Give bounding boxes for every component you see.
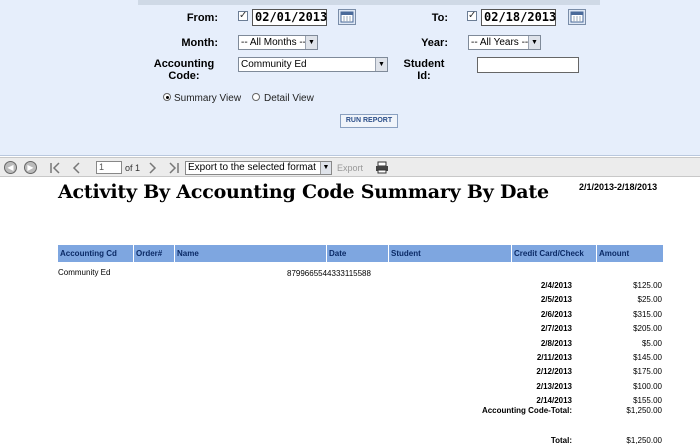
- accounting-code-label-line2: Code:: [168, 70, 200, 82]
- month-label: Month:: [181, 37, 218, 49]
- total-value: $1,250.00: [626, 436, 662, 445]
- from-calendar-button[interactable]: [338, 9, 356, 25]
- export-format-value: Export to the selected format: [188, 162, 316, 173]
- to-checkbox[interactable]: ✓: [467, 11, 477, 21]
- row-date: 2/5/2013: [540, 295, 572, 304]
- row-date: 2/11/2013: [536, 353, 572, 362]
- chevron-down-icon: ▼: [375, 58, 387, 71]
- row-amount: $25.00: [637, 295, 662, 304]
- panel-top-strip: [138, 0, 600, 5]
- report-toolbar: ◀ ▶ 1 of 1 Export to the selected format…: [0, 157, 700, 177]
- card-number: 8799665544333115588: [287, 269, 371, 278]
- student-id-label: Student Id:: [400, 58, 448, 82]
- summary-view-radio[interactable]: [163, 93, 171, 101]
- column-header-order: Order#: [134, 245, 174, 262]
- student-id-label-line1: Student: [403, 58, 445, 70]
- page-number-input[interactable]: 1: [96, 161, 122, 174]
- chevron-down-icon: ▼: [320, 162, 331, 174]
- page-count-label: of 1: [125, 163, 141, 173]
- year-select-value: -- All Years --: [471, 37, 529, 48]
- detail-view-label[interactable]: Detail View: [264, 93, 314, 104]
- accounting-code-select[interactable]: Community Ed ▼: [238, 57, 388, 72]
- total-label: Total:: [550, 436, 572, 445]
- column-header-date: Date: [327, 245, 388, 262]
- export-format-select[interactable]: Export to the selected format ▼: [185, 161, 332, 175]
- row-date: 2/14/2013: [536, 396, 572, 405]
- accounting-code-label-line1: Accounting: [153, 58, 215, 70]
- summary-view-label[interactable]: Summary View: [174, 93, 241, 104]
- report-date-range: 2/1/2013-2/18/2013: [579, 182, 658, 192]
- accounting-code-label: Accounting Code:: [150, 58, 218, 82]
- row-date: 2/8/2013: [540, 339, 572, 348]
- year-select[interactable]: -- All Years -- ▼: [468, 35, 541, 50]
- chevron-down-icon: ▼: [305, 36, 317, 49]
- row-amount: $175.00: [633, 367, 662, 376]
- row-amount: $145.00: [633, 353, 662, 362]
- to-date-input[interactable]: 02/18/2013: [481, 9, 556, 26]
- year-label: Year:: [421, 37, 448, 49]
- chevron-down-icon: ▼: [528, 36, 540, 49]
- row-date: 2/6/2013: [540, 310, 572, 319]
- column-header-amount: Amount: [597, 245, 663, 262]
- row-amount: $125.00: [633, 281, 662, 290]
- filter-panel: From: ✓ 02/01/2013 To: ✓ 02/18/2013 Mont…: [0, 0, 700, 156]
- to-calendar-button[interactable]: [568, 9, 586, 25]
- calendar-icon: [570, 11, 584, 23]
- back-icon[interactable]: ◀: [4, 161, 17, 174]
- export-link[interactable]: Export: [337, 163, 363, 173]
- student-id-label-line2: Id:: [417, 70, 431, 82]
- row-amount: $205.00: [633, 324, 662, 333]
- row-date: 2/4/2013: [540, 281, 572, 290]
- next-page-icon[interactable]: [147, 161, 159, 175]
- report-title: Activity By Accounting Code Summary By D…: [58, 181, 549, 203]
- prev-page-icon[interactable]: [70, 161, 82, 175]
- print-icon[interactable]: [375, 161, 389, 174]
- first-page-icon[interactable]: [49, 161, 63, 175]
- row-amount: $100.00: [633, 382, 662, 391]
- to-label: To:: [431, 12, 448, 24]
- row-amount: $315.00: [633, 310, 662, 319]
- column-header-accounting-cd: Accounting Cd: [58, 245, 133, 262]
- from-checkbox[interactable]: ✓: [238, 11, 248, 21]
- month-select-value: -- All Months --: [241, 37, 307, 48]
- column-header-credit-card: Credit Card/Check: [512, 245, 596, 262]
- column-header-student: Student: [389, 245, 511, 262]
- run-report-button[interactable]: RUN REPORT: [340, 114, 398, 128]
- detail-view-radio[interactable]: [252, 93, 260, 101]
- student-id-input[interactable]: [477, 57, 579, 73]
- forward-icon[interactable]: ▶: [24, 161, 37, 174]
- calendar-icon: [340, 11, 354, 23]
- row-date: 2/7/2013: [540, 324, 572, 333]
- subtotal-value: $1,250.00: [626, 406, 662, 415]
- row-date: 2/12/2013: [536, 367, 572, 376]
- row-date: 2/13/2013: [536, 382, 572, 391]
- last-page-icon[interactable]: [167, 161, 181, 175]
- from-label: From:: [186, 12, 218, 24]
- subtotal-label: Accounting Code-Total:: [481, 406, 572, 415]
- row-amount: $155.00: [633, 396, 662, 405]
- month-select[interactable]: -- All Months -- ▼: [238, 35, 318, 50]
- from-date-input[interactable]: 02/01/2013: [252, 9, 327, 26]
- group-accounting-code: Community Ed: [58, 268, 111, 277]
- column-header-name: Name: [175, 245, 326, 262]
- row-amount: $5.00: [641, 339, 662, 348]
- accounting-code-select-value: Community Ed: [241, 59, 307, 70]
